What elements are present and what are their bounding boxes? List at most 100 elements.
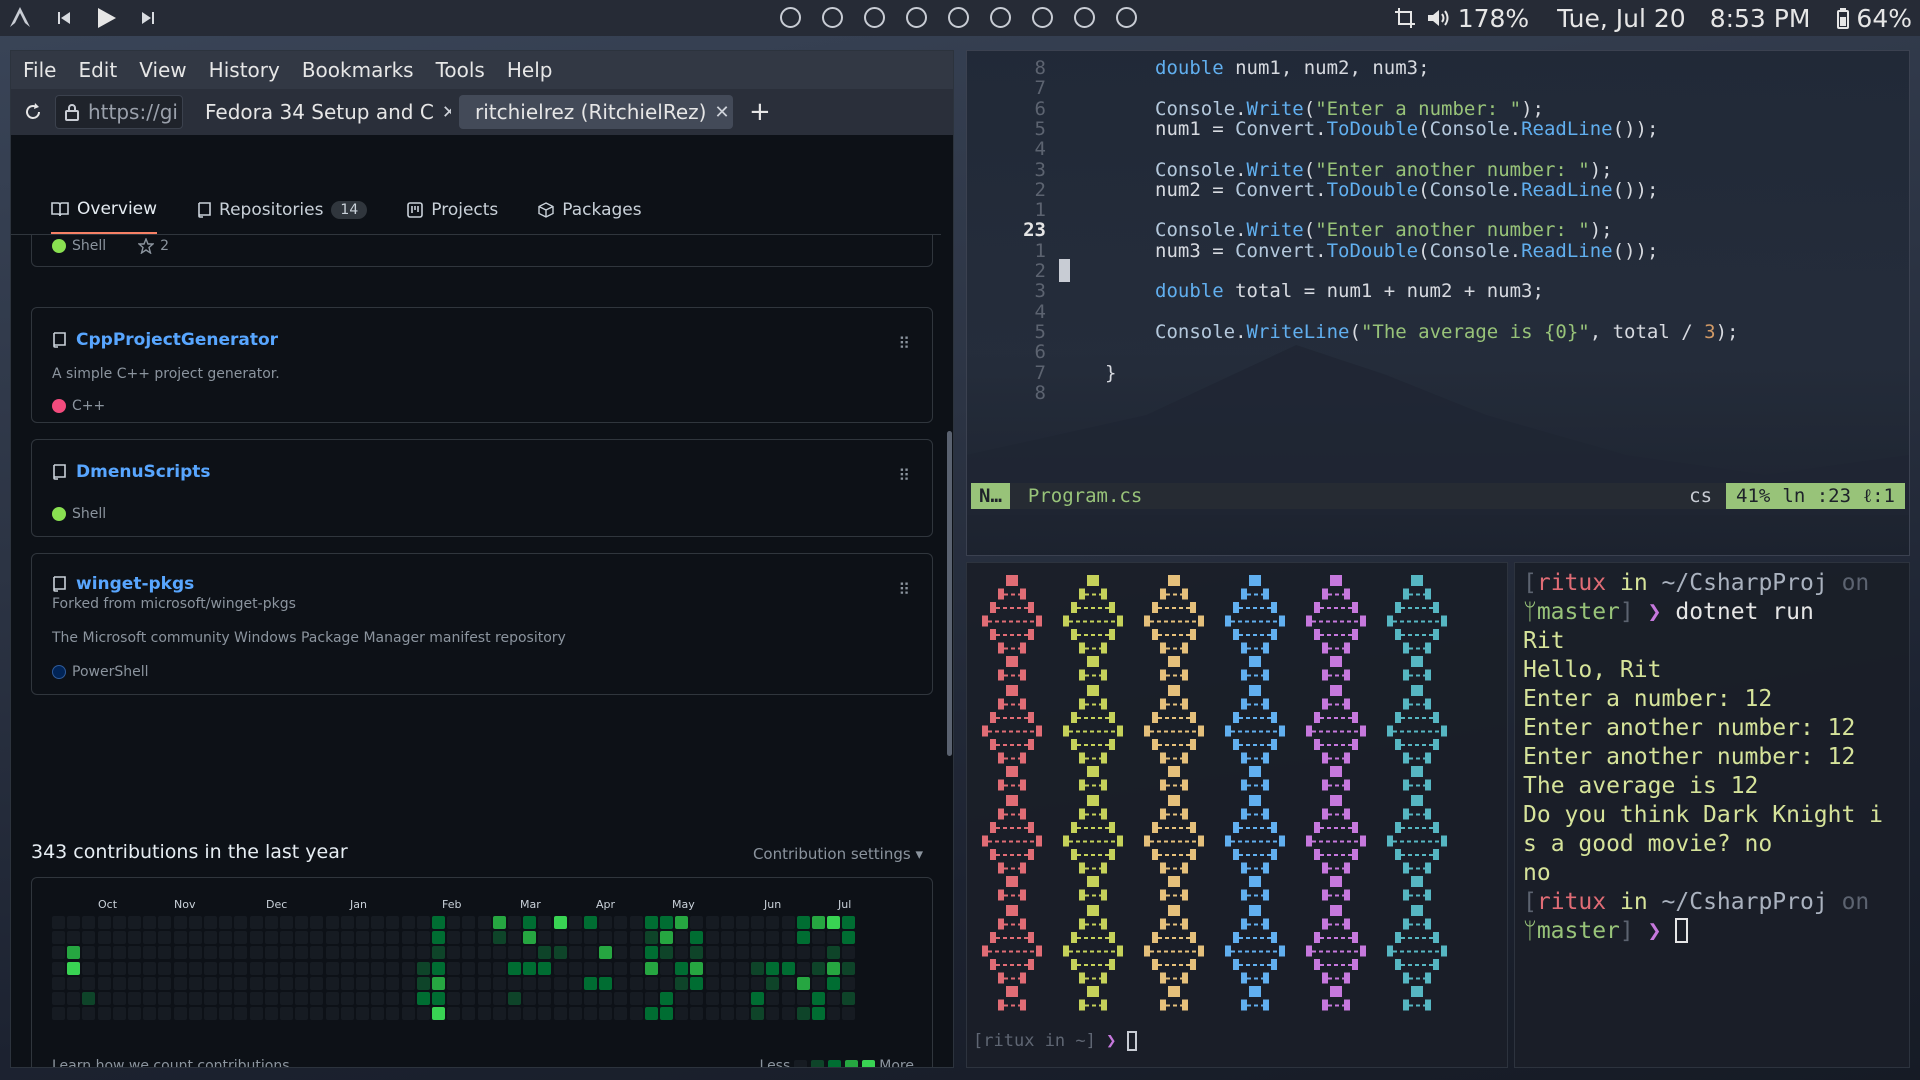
volume-indicator[interactable]: 178% bbox=[1426, 4, 1529, 33]
contribution-day[interactable] bbox=[736, 961, 749, 975]
contribution-day[interactable] bbox=[644, 1007, 658, 1021]
contribution-day[interactable] bbox=[67, 931, 81, 945]
contribution-day[interactable] bbox=[720, 992, 734, 1005]
contribution-day[interactable] bbox=[705, 961, 719, 975]
contribution-day[interactable] bbox=[97, 931, 111, 945]
contribution-day[interactable] bbox=[128, 931, 141, 945]
contribution-day[interactable] bbox=[310, 961, 324, 975]
contribution-day[interactable] bbox=[188, 916, 202, 929]
contribution-day[interactable] bbox=[842, 946, 856, 960]
contribution-day[interactable] bbox=[234, 931, 248, 945]
contribution-day[interactable] bbox=[447, 992, 461, 1005]
drag-handle-icon[interactable]: ⠿ bbox=[898, 466, 910, 485]
contribution-day[interactable] bbox=[675, 1007, 689, 1021]
contribution-day[interactable] bbox=[143, 946, 157, 960]
contribution-day[interactable] bbox=[82, 961, 96, 975]
contribution-day[interactable] bbox=[67, 946, 81, 960]
contribution-day[interactable] bbox=[568, 976, 582, 990]
contribution-day[interactable] bbox=[812, 916, 825, 929]
contribution-day[interactable] bbox=[751, 992, 765, 1005]
contribution-day[interactable] bbox=[842, 961, 856, 975]
contribution-day[interactable] bbox=[553, 961, 567, 975]
contribution-day[interactable] bbox=[280, 931, 293, 945]
contribution-day[interactable] bbox=[508, 961, 521, 975]
contribution-day[interactable] bbox=[781, 961, 795, 975]
contribution-day[interactable] bbox=[264, 992, 278, 1005]
contribution-day[interactable] bbox=[568, 961, 582, 975]
contribution-day[interactable] bbox=[340, 976, 354, 990]
drag-handle-icon[interactable]: ⠿ bbox=[898, 334, 910, 353]
contribution-day[interactable] bbox=[295, 976, 309, 990]
contribution-day[interactable] bbox=[842, 1007, 856, 1021]
contribution-day[interactable] bbox=[523, 976, 537, 990]
contribution-day[interactable] bbox=[690, 1007, 704, 1021]
contribution-day[interactable] bbox=[219, 1007, 233, 1021]
contribution-day[interactable] bbox=[219, 992, 233, 1005]
contribution-day[interactable] bbox=[82, 976, 96, 990]
neovim-editor[interactable]: 8 double num1, num2, num3; 7 6 Console.Write… bbox=[966, 50, 1910, 556]
contribution-day[interactable] bbox=[128, 1007, 141, 1021]
contribution-day[interactable] bbox=[599, 916, 613, 929]
menu-tools[interactable]: Tools bbox=[436, 58, 485, 82]
contribution-day[interactable] bbox=[629, 916, 643, 929]
contribution-day[interactable] bbox=[249, 961, 263, 975]
contribution-day[interactable] bbox=[97, 992, 111, 1005]
contribution-day[interactable] bbox=[447, 976, 461, 990]
contribution-day[interactable] bbox=[128, 976, 141, 990]
contribution-day[interactable] bbox=[401, 931, 415, 945]
contribution-day[interactable] bbox=[492, 916, 506, 929]
contribution-day[interactable] bbox=[416, 931, 430, 945]
contribution-day[interactable] bbox=[340, 931, 354, 945]
contribution-day[interactable] bbox=[158, 961, 172, 975]
contribution-day[interactable] bbox=[781, 946, 795, 960]
fork-source[interactable]: Forked from microsoft/winget-pkgs bbox=[52, 596, 296, 612]
contribution-day[interactable] bbox=[720, 976, 734, 990]
contribution-day[interactable] bbox=[796, 961, 810, 975]
contribution-day[interactable] bbox=[204, 976, 217, 990]
contribution-day[interactable] bbox=[462, 976, 476, 990]
contribution-day[interactable] bbox=[477, 946, 491, 960]
learn-contributions-link[interactable]: Learn how we count contributions bbox=[52, 1058, 290, 1067]
contribution-day[interactable] bbox=[584, 1007, 597, 1021]
contribution-day[interactable] bbox=[310, 992, 324, 1005]
contribution-day[interactable] bbox=[766, 946, 780, 960]
contribution-day[interactable] bbox=[280, 961, 293, 975]
contribution-day[interactable] bbox=[538, 931, 552, 945]
contribution-day[interactable] bbox=[52, 976, 65, 990]
contribution-day[interactable] bbox=[325, 976, 339, 990]
contribution-day[interactable] bbox=[310, 976, 324, 990]
contribution-day[interactable] bbox=[584, 976, 597, 990]
contribution-day[interactable] bbox=[310, 931, 324, 945]
contribution-day[interactable] bbox=[477, 961, 491, 975]
contribution-day[interactable] bbox=[538, 961, 552, 975]
contribution-day[interactable] bbox=[432, 931, 445, 945]
contribution-day[interactable] bbox=[371, 946, 385, 960]
contribution-day[interactable] bbox=[112, 992, 126, 1005]
contribution-day[interactable] bbox=[264, 916, 278, 929]
contribution-day[interactable] bbox=[462, 931, 476, 945]
contribution-day[interactable] bbox=[432, 946, 445, 960]
contribution-day[interactable] bbox=[204, 961, 217, 975]
contribution-day[interactable] bbox=[432, 916, 445, 929]
contribution-day[interactable] bbox=[371, 916, 385, 929]
new-tab-button[interactable]: + bbox=[749, 97, 771, 127]
contribution-day[interactable] bbox=[143, 931, 157, 945]
contribution-day[interactable] bbox=[660, 916, 673, 929]
contribution-day[interactable] bbox=[736, 946, 749, 960]
contribution-day[interactable] bbox=[219, 931, 233, 945]
contribution-day[interactable] bbox=[644, 916, 658, 929]
contribution-day[interactable] bbox=[173, 976, 187, 990]
contribution-day[interactable] bbox=[492, 1007, 506, 1021]
contribution-day[interactable] bbox=[173, 961, 187, 975]
contribution-day[interactable] bbox=[280, 992, 293, 1005]
contribution-day[interactable] bbox=[188, 946, 202, 960]
contribution-day[interactable] bbox=[629, 1007, 643, 1021]
contribution-day[interactable] bbox=[492, 931, 506, 945]
contribution-day[interactable] bbox=[660, 976, 673, 990]
contribution-day[interactable] bbox=[614, 916, 628, 929]
contribution-day[interactable] bbox=[325, 946, 339, 960]
contribution-day[interactable] bbox=[766, 992, 780, 1005]
contribution-day[interactable] bbox=[705, 946, 719, 960]
contribution-day[interactable] bbox=[766, 931, 780, 945]
contribution-day[interactable] bbox=[477, 931, 491, 945]
